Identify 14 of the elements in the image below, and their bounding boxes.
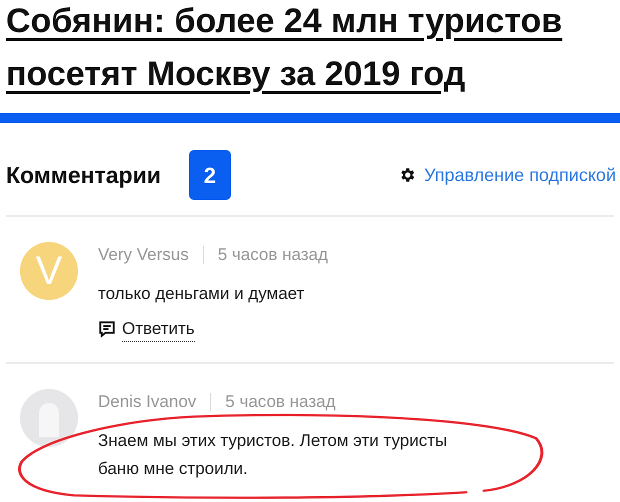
article-title[interactable]: Собянин: более 24 млн туристов посетят Москву за 2019 год: [0, 0, 600, 101]
comment-text: Знаем мы этих туристов. Летом эти туристы баню мне строили.: [98, 430, 448, 480]
comment-icon: [98, 320, 116, 338]
comment-count: 2: [188, 150, 231, 200]
comment-time: 5 часов назад: [225, 391, 336, 413]
avatar: V: [20, 242, 78, 300]
subscription-link[interactable]: Управление подпиской: [398, 162, 616, 188]
reply-link[interactable]: Ответить: [98, 316, 195, 342]
comment-time: 5 часов назад: [218, 244, 328, 266]
comment-text: только деньгами и думает: [98, 282, 306, 304]
comments-heading: Комментарии: [6, 160, 161, 190]
avatar-icon: [20, 389, 78, 447]
comment-author[interactable]: Denis Ivanov: [98, 389, 196, 414]
comment-author[interactable]: Very Versus: [98, 242, 189, 268]
